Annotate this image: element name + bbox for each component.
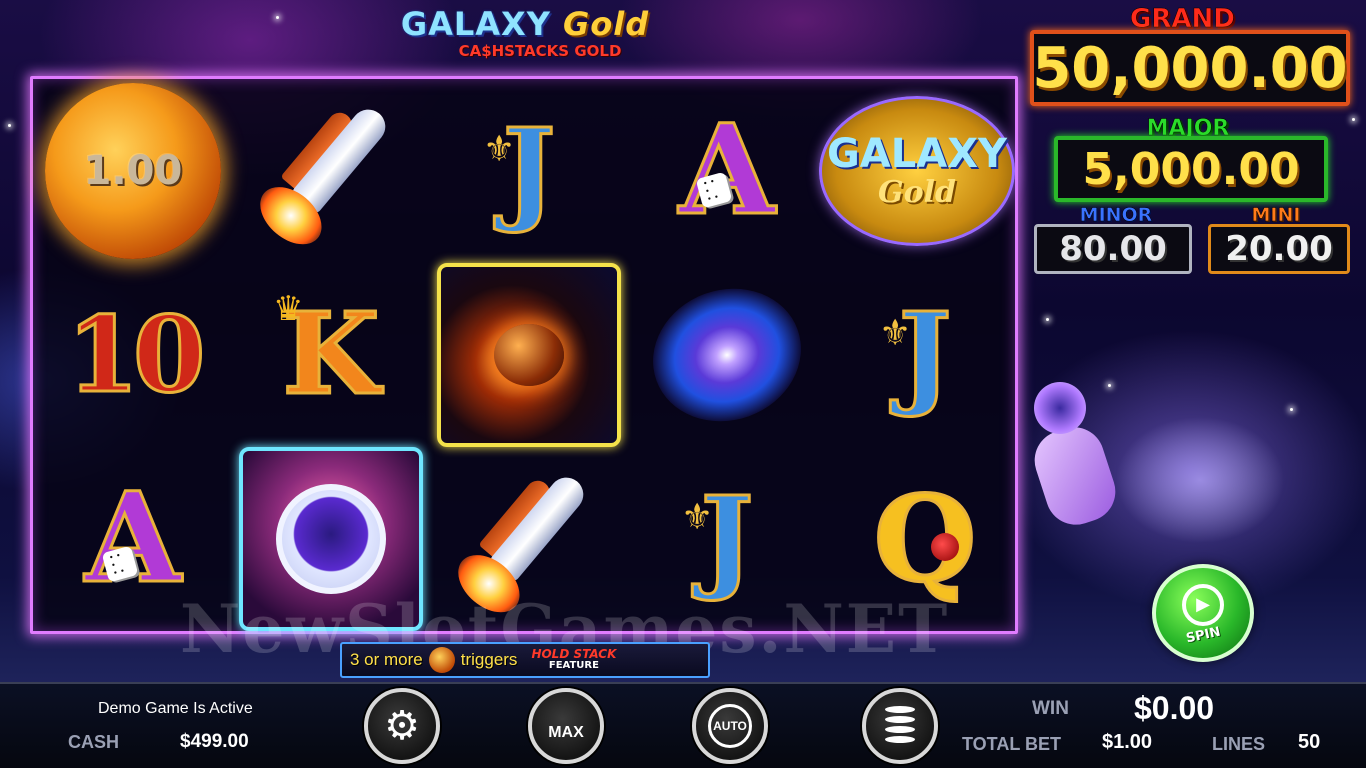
game-stage: GALAXY Gold CA$HSTACKS GOLD 1.00 10 A K …	[0, 0, 1366, 768]
fleur-de-lis-icon: ⚜	[483, 129, 516, 170]
jackpot-grand-value: 50,000.00	[1030, 30, 1350, 106]
ace-symbol: A	[677, 98, 776, 243]
wild-galaxy-text: GALAXY	[826, 130, 1008, 177]
meteor-icon	[494, 324, 564, 386]
star-sparkle	[1046, 318, 1049, 321]
hold-stack-label: HOLD STACK	[531, 647, 617, 661]
feature-text-after: triggers	[460, 650, 518, 669]
logo-cashstacks-text: CA$HSTACKS GOLD	[458, 42, 622, 60]
logo-gold-text: Gold	[563, 5, 650, 43]
moon-bonus-symbol: 1.00	[45, 83, 221, 259]
spin-label: SPIN	[1184, 624, 1222, 646]
galaxy-spiral-symbol	[634, 268, 820, 442]
feature-text-before: 3 or more	[350, 650, 423, 669]
spin-button[interactable]: ▶ SPIN	[1152, 564, 1254, 662]
autoplay-button[interactable]: AUTO	[692, 688, 768, 764]
spin-play-icon: ▶	[1182, 583, 1224, 626]
coin-stack-icon	[885, 706, 915, 746]
max-bet-button[interactable]: MAX	[528, 688, 604, 764]
space-shuttle-symbol	[225, 65, 436, 276]
gear-icon: ⚙	[384, 703, 420, 749]
logo-galaxy-text: GALAXY	[400, 5, 551, 43]
fleur-de-lis-icon: ⚜	[681, 497, 714, 538]
jackpot-minor-value: 80.00	[1034, 224, 1192, 274]
lines-value: 50	[1298, 731, 1321, 753]
hold-stack-feature-badge: HOLD STACK FEATURE	[531, 648, 616, 672]
cash-value: $499.00	[180, 731, 249, 752]
crown-icon: ♛	[273, 289, 304, 329]
galaxy-gold-wild-symbol: GALAXY Gold	[819, 96, 1015, 246]
jackpot-mini-value: 20.00	[1208, 224, 1350, 274]
reel-symbol-wild: GALAXY Gold	[819, 79, 1015, 263]
jackpot-major-value: 5,000.00	[1054, 136, 1328, 202]
feature-banner: 3 or more triggers HOLD STACK FEATURE	[340, 642, 710, 678]
reel-symbol-rocket	[233, 79, 429, 263]
rose-icon	[931, 533, 959, 561]
floating-astronaut-art	[1020, 376, 1160, 566]
queen-symbol: Q	[872, 469, 978, 608]
reel-symbol-galaxy	[629, 263, 825, 447]
demo-status-text: Demo Game Is Active	[98, 700, 253, 717]
reel-symbol-moon-bonus: 1.00	[35, 79, 231, 263]
fleur-de-lis-icon: ⚜	[879, 313, 912, 354]
total-bet-label: TOTAL BET	[962, 734, 1061, 754]
win-label: WIN	[1032, 698, 1069, 719]
reel-symbol-ace: A	[629, 79, 825, 263]
cash-label: CASH	[68, 732, 120, 752]
reel-grid: 1.00 10 A K ♛ J ⚜	[30, 76, 1018, 634]
total-bet-value: $1.00	[1102, 731, 1153, 753]
autoplay-label: AUTO	[708, 704, 752, 748]
star-sparkle	[8, 124, 11, 127]
max-bet-label: MAX	[548, 724, 584, 741]
reel-symbol-jack: J ⚜	[827, 263, 1023, 447]
reel-symbol-king: K ♛	[233, 263, 429, 447]
meteor-scatter-symbol	[437, 263, 621, 447]
moon-bonus-value: 1.00	[83, 148, 183, 194]
star-sparkle	[276, 16, 279, 19]
feature-label: FEATURE	[548, 660, 599, 671]
reel-symbol-jack: J ⚜	[431, 79, 627, 263]
jackpot-mini-label: MINI	[1251, 204, 1301, 227]
star-sparkle	[1290, 408, 1293, 411]
reel-symbol-ten: 10	[35, 263, 231, 447]
star-sparkle	[1352, 118, 1355, 121]
lines-label: LINES	[1212, 734, 1266, 754]
bet-coins-button[interactable]	[862, 688, 938, 764]
ten-symbol: 10	[65, 293, 207, 416]
ace-symbol: A	[83, 466, 182, 611]
win-value: $0.00	[1134, 690, 1215, 726]
reel-symbol-meteor	[431, 263, 627, 447]
settings-button[interactable]: ⚙	[364, 688, 440, 764]
wild-gold-text: Gold	[877, 174, 956, 210]
astronaut-helmet-icon	[276, 484, 386, 594]
jackpot-minor-label: MINOR	[1079, 204, 1153, 227]
moon-bonus-icon	[428, 647, 455, 673]
game-logo: GALAXY Gold CA$HSTACKS GOLD	[398, 6, 652, 68]
